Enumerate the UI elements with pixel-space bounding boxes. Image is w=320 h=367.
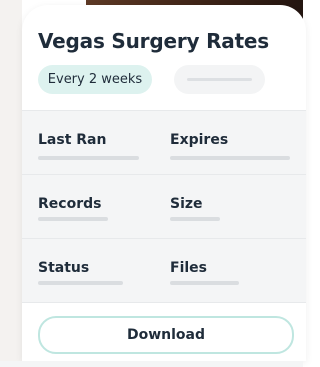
frequency-chip: Every 2 weeks: [38, 65, 152, 94]
details-section-3: Status Files: [22, 238, 306, 302]
placeholder-chip: [174, 65, 265, 94]
details-section-2: Records Size: [22, 174, 306, 238]
field-label-records: Records: [38, 196, 102, 212]
report-title: Vegas Surgery Rates: [38, 29, 270, 53]
field-value-placeholder: [38, 281, 123, 285]
report-card: Vegas Surgery Rates Every 2 weeks Last R…: [22, 5, 306, 361]
field-value-placeholder: [38, 217, 108, 221]
field-value-placeholder: [170, 217, 220, 221]
download-button[interactable]: Download: [38, 316, 294, 354]
field-value-placeholder: [170, 156, 290, 160]
field-label-last-ran: Last Ran: [38, 132, 107, 148]
background-panel: [0, 0, 22, 367]
field-label-size: Size: [170, 196, 203, 212]
bottom-strip: [0, 361, 303, 367]
field-value-placeholder: [38, 156, 139, 160]
field-label-expires: Expires: [170, 132, 229, 148]
placeholder-bar: [187, 78, 252, 81]
field-label-files: Files: [170, 260, 207, 276]
field-value-placeholder: [170, 281, 239, 285]
details-section-1: Last Ran Expires: [22, 110, 306, 174]
field-label-status: Status: [38, 260, 90, 276]
